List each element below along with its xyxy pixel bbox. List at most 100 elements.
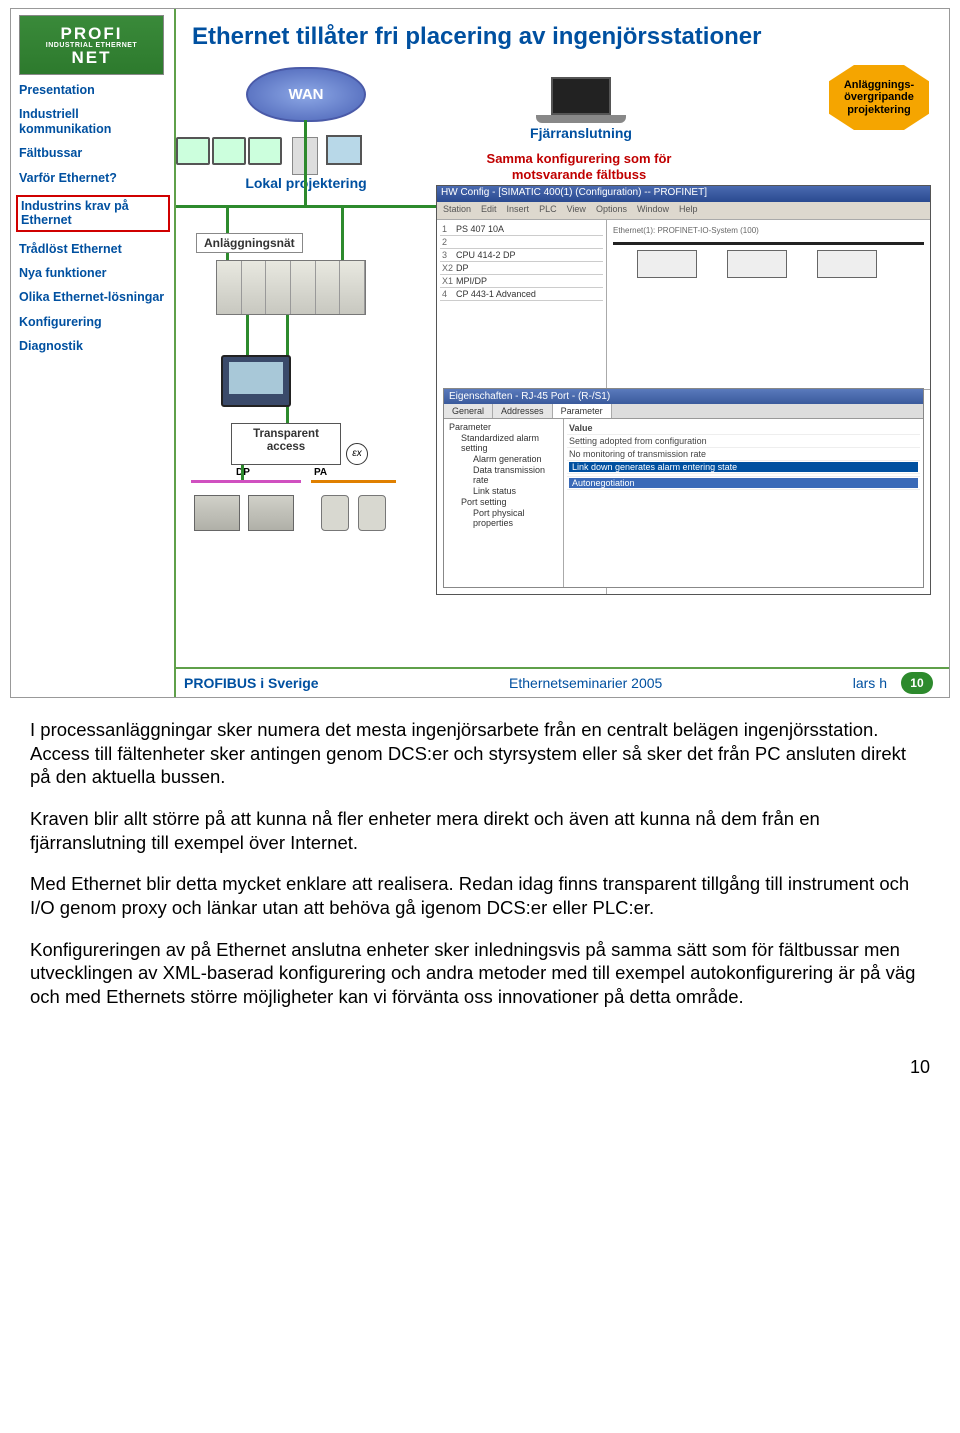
menu-plc[interactable]: PLC bbox=[539, 204, 557, 217]
net-line-icon bbox=[341, 205, 344, 260]
net-line-icon bbox=[241, 465, 244, 480]
nav-presentation[interactable]: Presentation bbox=[19, 83, 170, 97]
net-line-icon bbox=[304, 120, 307, 205]
menu-options[interactable]: Options bbox=[596, 204, 627, 217]
hwconfig-window: HW Config - [SIMATIC 400(1) (Configurati… bbox=[436, 185, 931, 595]
menu-help[interactable]: Help bbox=[679, 204, 698, 217]
notes-p3: Med Ethernet blir detta mycket enklare a… bbox=[30, 872, 930, 919]
properties-dialog: Eigenschaften - RJ-45 Port - (R-/S1) Gen… bbox=[443, 388, 924, 588]
rack-slot-text bbox=[456, 237, 601, 247]
slide-inner: PROFI INDUSTRIAL ETHERNET NET Presentati… bbox=[11, 9, 949, 697]
profinet-logo: PROFI INDUSTRIAL ETHERNET NET bbox=[19, 15, 164, 75]
rack-slot-text: PS 407 10A bbox=[456, 224, 601, 234]
slide-page-badge: 10 bbox=[901, 672, 933, 694]
label-fjarranslutning: Fjärranslutning bbox=[506, 125, 656, 141]
trans-line2: access bbox=[267, 441, 305, 453]
laptop-icon bbox=[526, 77, 636, 112]
pa-device-icon bbox=[321, 495, 349, 531]
workstation-monitors-icon bbox=[176, 137, 282, 165]
hmi-panel-icon bbox=[221, 355, 291, 407]
param-tree: Parameter Standardized alarm setting Ala… bbox=[444, 419, 564, 587]
transparent-access-box: Transparent access bbox=[231, 423, 341, 465]
hwconfig-titlebar: HW Config - [SIMATIC 400(1) (Configurati… bbox=[437, 186, 930, 202]
param-tree-item[interactable]: Parameter bbox=[447, 422, 560, 433]
io-device-icon bbox=[817, 250, 877, 278]
param-tree-item[interactable]: Data transmission rate bbox=[447, 465, 560, 486]
trans-line1: Transparent bbox=[253, 428, 319, 440]
pa-bus-line-icon bbox=[311, 480, 396, 483]
param-row: Setting adopted from configuration bbox=[567, 435, 920, 448]
logo-line1: PROFI bbox=[61, 25, 123, 42]
param-tree-item[interactable]: Link status bbox=[447, 486, 560, 497]
topology-pane: Ethernet(1): PROFINET-IO-System (100) bbox=[607, 220, 930, 390]
param-row: Value bbox=[567, 422, 920, 435]
slide-title: Ethernet tillåter fri placering av ingen… bbox=[192, 23, 939, 51]
nav-faltbussar[interactable]: Fältbussar bbox=[19, 146, 170, 160]
logo-line2: NET bbox=[72, 49, 112, 66]
param-row: No monitoring of transmission rate bbox=[567, 448, 920, 461]
param-tree-item[interactable]: Standardized alarm setting bbox=[447, 433, 560, 454]
tab-parameter[interactable]: Parameter bbox=[553, 404, 612, 418]
ex-symbol-icon: εx bbox=[346, 443, 368, 465]
slide-container: PROFI INDUSTRIAL ETHERNET NET Presentati… bbox=[10, 8, 950, 698]
rack-slot-num: 2 bbox=[442, 237, 456, 247]
nav-olika-losningar[interactable]: Olika Ethernet-lösningar bbox=[19, 290, 170, 304]
notes-text: I processanläggningar sker numera det me… bbox=[30, 718, 930, 1009]
nav-nya-funktioner[interactable]: Nya funktioner bbox=[19, 266, 170, 280]
rack-slot-text: DP bbox=[456, 263, 601, 273]
param-row[interactable]: Link down generates alarm entering state bbox=[567, 461, 920, 474]
io-device-icon bbox=[727, 250, 787, 278]
footer-author: lars h bbox=[853, 675, 887, 691]
rack-slot-num: X1 bbox=[442, 276, 456, 286]
io-module-icon bbox=[194, 495, 240, 531]
badge-projektering: Anläggnings-övergripande projektering bbox=[829, 65, 929, 130]
wan-cloud: WAN bbox=[246, 67, 366, 122]
nav-konfigurering[interactable]: Konfigurering bbox=[19, 315, 170, 329]
net-line-icon bbox=[176, 205, 436, 208]
param-tree-item[interactable]: Port physical properties bbox=[447, 508, 560, 529]
footer-mid: Ethernetseminarier 2005 bbox=[509, 675, 662, 691]
nav-industrins-krav[interactable]: Industrins krav på Ethernet bbox=[16, 195, 170, 232]
page-number: 10 bbox=[0, 1027, 960, 1088]
rack-slot-num: 1 bbox=[442, 224, 456, 234]
dp-bus-line-icon bbox=[191, 480, 301, 483]
nav-diagnostik[interactable]: Diagnostik bbox=[19, 339, 170, 353]
tab-general[interactable]: General bbox=[444, 404, 493, 418]
param-values: Value Setting adopted from configuration… bbox=[564, 419, 923, 587]
notes-p2: Kraven blir allt större på att kunna nå … bbox=[30, 807, 930, 854]
pc-screen-icon bbox=[326, 135, 362, 165]
menu-window[interactable]: Window bbox=[637, 204, 669, 217]
nav-varfor[interactable]: Varför Ethernet? bbox=[19, 171, 170, 185]
bus-line-icon bbox=[613, 242, 924, 245]
rack-slot-text: CPU 414-2 DP bbox=[456, 250, 601, 260]
slide-main: Ethernet tillåter fri placering av ingen… bbox=[176, 9, 949, 697]
tab-addresses[interactable]: Addresses bbox=[493, 404, 553, 418]
rack-slot-text: CP 443-1 Advanced bbox=[456, 289, 601, 299]
param-tree-item[interactable]: Port setting bbox=[447, 497, 560, 508]
properties-title: Eigenschaften - RJ-45 Port - (R-/S1) bbox=[444, 389, 923, 404]
rack-slot-num: X2 bbox=[442, 263, 456, 273]
bus-label: Ethernet(1): PROFINET-IO-System (100) bbox=[613, 226, 759, 235]
nav-industriell[interactable]: Industriell kommunikation bbox=[19, 107, 170, 136]
menu-station[interactable]: Station bbox=[443, 204, 471, 217]
notes-p4: Konfigureringen av på Ethernet anslutna … bbox=[30, 938, 930, 1009]
rack-slot-text: MPI/DP bbox=[456, 276, 601, 286]
label-anlaggningsnat: Anläggningsnät bbox=[196, 233, 303, 253]
io-module-icon bbox=[248, 495, 294, 531]
param-row[interactable]: Autonegotiation bbox=[567, 477, 920, 490]
slide-footer: PROFIBUS i Sverige Ethernetseminarier 20… bbox=[176, 667, 949, 697]
rack-slot-num: 4 bbox=[442, 289, 456, 299]
nav-tradlost[interactable]: Trådlöst Ethernet bbox=[19, 242, 170, 256]
plc-rack-icon bbox=[216, 260, 366, 315]
param-tree-item[interactable]: Alarm generation bbox=[447, 454, 560, 465]
hwconfig-menubar: Station Edit Insert PLC View Options Win… bbox=[437, 202, 930, 220]
diagram-area: WAN Anläggnings-övergripande projekterin… bbox=[186, 65, 939, 625]
sidebar: PROFI INDUSTRIAL ETHERNET NET Presentati… bbox=[11, 9, 176, 697]
menu-view[interactable]: View bbox=[567, 204, 586, 217]
menu-insert[interactable]: Insert bbox=[507, 204, 530, 217]
menu-edit[interactable]: Edit bbox=[481, 204, 497, 217]
pa-device-icon bbox=[358, 495, 386, 531]
io-device-icon bbox=[637, 250, 697, 278]
rack-slot-num: 3 bbox=[442, 250, 456, 260]
properties-tabs: General Addresses Parameter bbox=[444, 404, 923, 419]
